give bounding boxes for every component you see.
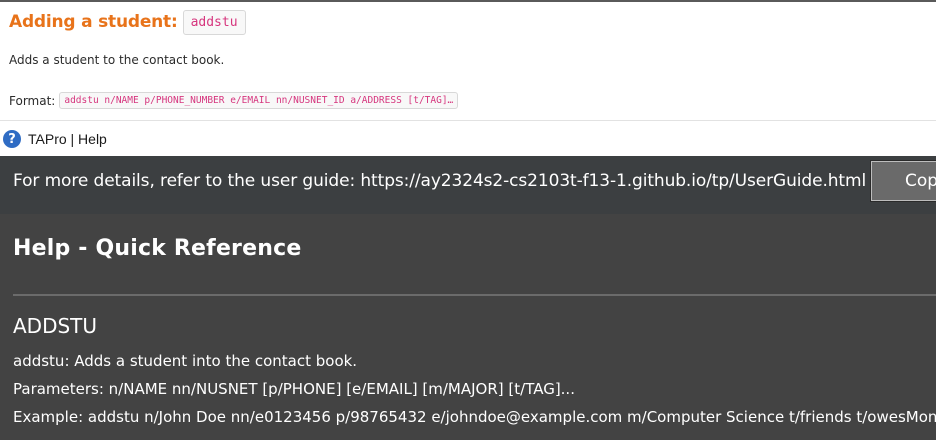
help-window-titlebar[interactable]: ? TAPro | Help <box>0 120 936 157</box>
window-title: TAPro | Help <box>28 131 107 147</box>
command-usage: addstu: Adds a student into the contact … <box>13 352 358 370</box>
user-guide-link-bar: For more details, refer to the user guid… <box>0 156 936 214</box>
quick-reference-panel: Help - Quick Reference ADDSTU addstu: Ad… <box>0 214 936 440</box>
copy-url-button[interactable]: Copy URL <box>870 160 936 202</box>
divider <box>13 294 936 296</box>
user-guide-link-text: For more details, refer to the user guid… <box>13 171 867 191</box>
format-label: Format: <box>9 93 56 108</box>
section-description: Adds a student to the contact book. <box>9 53 225 67</box>
section-heading: Adding a student: addstu <box>9 8 246 36</box>
section-heading-text: Adding a student: <box>9 12 178 32</box>
help-icon: ? <box>3 130 21 148</box>
format-line: Format: addstu n/NAME p/PHONE_NUMBER e/E… <box>9 92 459 109</box>
command-parameters: Parameters: n/NAME nn/NUSNET [p/PHONE] [… <box>13 380 575 398</box>
command-name: ADDSTU <box>13 314 98 338</box>
command-code-chip: addstu <box>182 9 246 35</box>
user-guide-section: Adding a student: addstu Adds a student … <box>0 0 936 122</box>
format-code-chip: addstu n/NAME p/PHONE_NUMBER e/EMAIL nn/… <box>59 92 459 109</box>
panel-title: Help - Quick Reference <box>13 236 302 261</box>
command-example: Example: addstu n/John Doe nn/e0123456 p… <box>13 408 936 426</box>
